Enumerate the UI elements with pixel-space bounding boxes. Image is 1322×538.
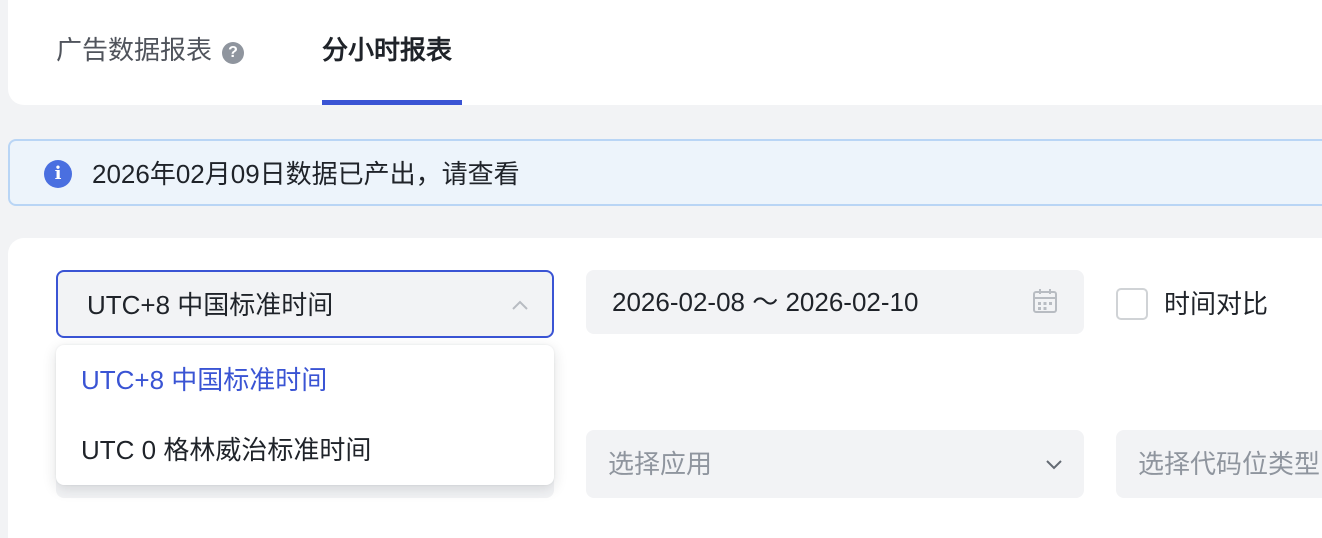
timezone-dropdown: UTC+8 中国标准时间 UTC 0 格林威治标准时间 [56,345,554,485]
report-tabs: 广告数据报表? 分小时报表 [8,0,1322,105]
info-icon: i [44,160,72,188]
calendar-icon [1033,289,1057,313]
time-compare-checkbox[interactable] [1116,288,1148,320]
help-icon[interactable]: ? [222,42,245,64]
timezone-option-utc0[interactable]: UTC 0 格林威治标准时间 [56,415,554,485]
time-compare-label: 时间对比 [1164,289,1269,319]
timezone-select[interactable]: UTC+8 中国标准时间 [56,270,554,338]
slot-type-select[interactable]: 选择代码位类型 [1116,430,1322,498]
timezone-option-utc8[interactable]: UTC+8 中国标准时间 [56,345,554,415]
chevron-down-icon [1046,460,1062,470]
tab-ad-data-report-label: 广告数据报表 [56,35,213,65]
slot-type-select-placeholder: 选择代码位类型 [1138,449,1321,479]
date-range-value: 2026-02-08 ～ 2026-02-10 [612,287,919,317]
app-select-placeholder: 选择应用 [608,449,713,479]
timezone-select-value: UTC+8 中国标准时间 [87,290,334,320]
tab-ad-data-report[interactable]: 广告数据报表? [56,32,245,68]
data-ready-alert: i 2026年02月09日数据已产出，请查看 [8,139,1322,206]
active-tab-indicator [322,100,462,105]
tab-hourly-report[interactable]: 分小时报表 [322,32,452,68]
date-range-picker[interactable]: 2026-02-08 ～ 2026-02-10 [586,270,1084,334]
chevron-up-icon [512,300,528,310]
app-select[interactable]: 选择应用 [586,430,1084,498]
alert-message: 2026年02月09日数据已产出，请查看 [92,159,520,189]
